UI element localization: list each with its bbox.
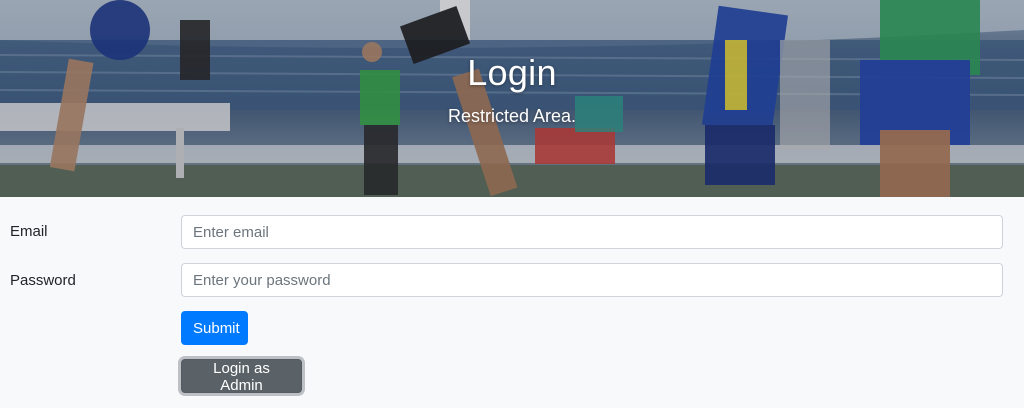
email-field[interactable]: [181, 215, 1003, 249]
page-title: Login: [467, 52, 557, 93]
page-subtitle: Restricted Area.: [447, 106, 577, 126]
password-label: Password: [10, 272, 76, 289]
email-label: Email: [10, 223, 48, 240]
submit-button[interactable]: Submit: [181, 311, 248, 345]
hero-banner: Login Restricted Area.: [0, 0, 1024, 197]
login-as-admin-button[interactable]: Login as Admin: [181, 359, 302, 394]
login-form: Email Password Submit Login as Admin: [0, 197, 1024, 408]
password-field[interactable]: [181, 263, 1003, 297]
